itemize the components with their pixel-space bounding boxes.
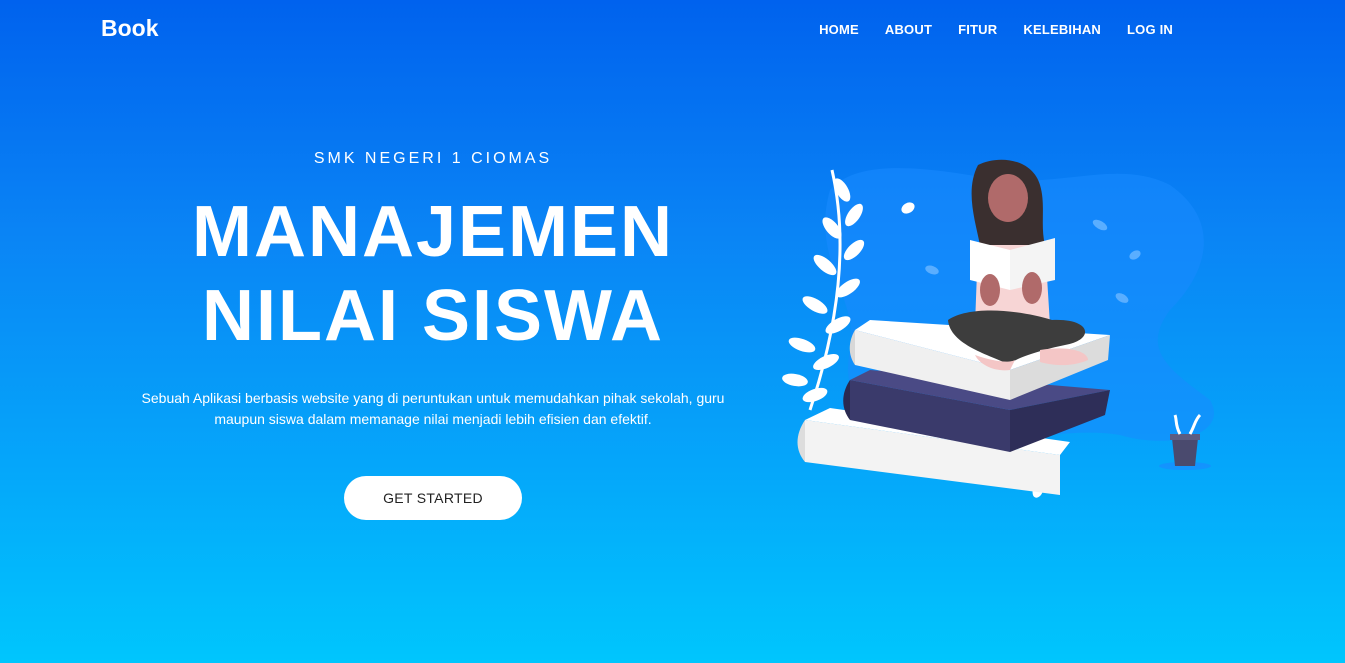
hero-description-line-2: maupun siswa dalam memanage nilai menjad… (214, 411, 652, 427)
hero-description-line-1: Sebuah Aplikasi berbasis website yang di… (141, 390, 725, 406)
brand-logo[interactable]: Book (101, 15, 159, 42)
nav-link-fitur[interactable]: FITUR (958, 22, 997, 37)
hero-title: MANAJEMEN NILAI SISWA (135, 190, 731, 358)
hero-eyebrow: SMK NEGERI 1 CIOMAS (313, 150, 553, 167)
hero-title-line-1: MANAJEMEN (191, 192, 675, 272)
hero-title-line-2: NILAI SISWA (201, 276, 664, 356)
top-navbar: Book HOME ABOUT FITUR KELEBIHAN LOG IN (0, 0, 1345, 58)
hero-description: Sebuah Aplikasi berbasis website yang di… (135, 388, 731, 430)
reading-girl-illustration (782, 159, 1214, 498)
get-started-button[interactable]: GET STARTED (344, 476, 522, 520)
nav-link-about[interactable]: ABOUT (885, 22, 932, 37)
nav-link-login[interactable]: LOG IN (1127, 22, 1173, 37)
nav-link-kelebihan[interactable]: KELEBIHAN (1023, 22, 1101, 37)
hero-section: SMK NEGERI 1 CIOMAS MANAJEMEN NILAI SISW… (135, 150, 731, 520)
nav-links: HOME ABOUT FITUR KELEBIHAN LOG IN (793, 22, 1173, 37)
nav-link-home[interactable]: HOME (819, 22, 859, 37)
